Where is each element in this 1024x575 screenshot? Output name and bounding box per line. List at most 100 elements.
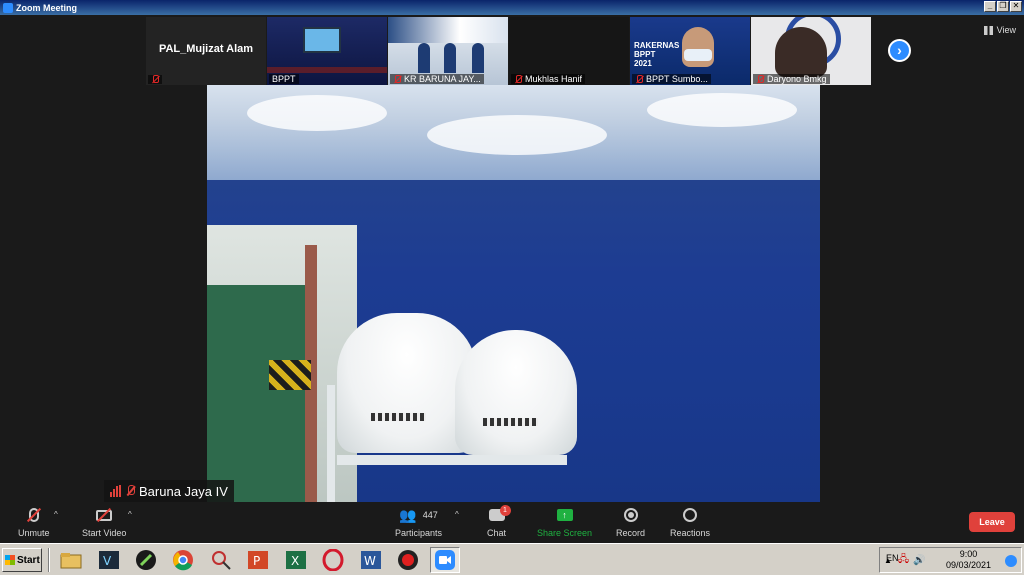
banner-graphic: [388, 17, 508, 43]
participant-tile[interactable]: PAL_Mujizat Alam: [146, 17, 266, 85]
speaker-name-label: Baruna Jaya IV: [104, 480, 234, 502]
cloud-graphic: [427, 115, 607, 155]
record-icon: [623, 508, 638, 522]
participants-options-caret[interactable]: ^: [455, 510, 459, 519]
lifeboat-graphic: [455, 330, 577, 455]
lifeboat-window-graphic: [371, 413, 426, 421]
recorder-icon[interactable]: [393, 547, 423, 573]
windows-taskbar: Start V P X W EN ▲ 🖧 🔊 9:00 09/03/2021: [0, 543, 1024, 575]
share-screen-icon: ↑: [556, 509, 573, 521]
taskbar-separator: [48, 548, 50, 572]
compass-app-icon[interactable]: [131, 547, 161, 573]
unmute-label: Unmute: [18, 528, 50, 538]
muted-mic-icon: [635, 74, 643, 84]
person-graphic: [472, 43, 484, 73]
participant-tile[interactable]: BPPT: [267, 17, 387, 85]
sky-graphic: [207, 85, 820, 180]
zoom-app-icon: [3, 2, 13, 13]
video-options-caret[interactable]: ^: [128, 510, 132, 519]
start-button[interactable]: Start: [2, 548, 42, 572]
person-graphic: [444, 43, 456, 73]
vegas-app-icon[interactable]: V: [94, 547, 124, 573]
window-title: Zoom Meeting: [16, 2, 77, 13]
powerpoint-icon[interactable]: P: [243, 547, 273, 573]
word-icon[interactable]: W: [356, 547, 386, 573]
clock[interactable]: 9:00 09/03/2021: [946, 549, 991, 571]
view-button[interactable]: View: [983, 25, 1016, 35]
search-icon[interactable]: [206, 547, 236, 573]
lifeboat-window-graphic: [483, 418, 538, 426]
record-label: Record: [616, 528, 646, 538]
active-speaker-video: [207, 85, 820, 503]
participant-tile[interactable]: Daryono Bmkg: [751, 17, 871, 85]
unmute-button[interactable]: Unmute: [18, 505, 50, 538]
chat-label: Chat: [487, 528, 507, 538]
zoom-taskbar-icon[interactable]: [430, 547, 460, 573]
network-disconnected-icon[interactable]: 🖧: [898, 552, 909, 569]
start-video-button[interactable]: Start Video: [82, 505, 126, 538]
participant-name-label: KR BARUNA JAY...: [390, 74, 484, 84]
svg-text:W: W: [364, 554, 376, 568]
next-page-arrow-icon[interactable]: ›: [888, 39, 911, 62]
participant-tile[interactable]: RAKERNAS BPPT 2021 BPPT Sumbo...: [630, 17, 750, 85]
participants-count: 447: [422, 510, 438, 520]
chat-button[interactable]: 1 Chat: [487, 505, 511, 538]
muted-mic-icon: [393, 74, 401, 84]
participants-button[interactable]: 👥 447 Participants: [395, 505, 442, 539]
meeting-toolbar: Unmute ^ Start Video ^ 👥 447 Participants…: [0, 502, 1024, 543]
minimize-button[interactable]: _: [984, 1, 996, 12]
person-graphic: [682, 27, 714, 67]
participant-tile[interactable]: Mukhlas Hanif: [509, 17, 629, 85]
participant-name-label: Mukhlas Hanif: [511, 74, 586, 84]
clock-date: 09/03/2021: [945, 560, 991, 570]
participant-name-label: BPPT Sumbo...: [632, 74, 711, 84]
view-label: View: [996, 25, 1016, 35]
participant-name-label: Daryono Bmkg: [753, 74, 830, 84]
reactions-icon: [683, 508, 698, 522]
stage-floor-graphic: [267, 67, 387, 73]
meeting-area: PAL_Mujizat Alam BPPT KR BARUNA JAY... M…: [0, 15, 1024, 503]
opera-icon[interactable]: [318, 547, 348, 573]
stage-screen-graphic: [303, 27, 341, 53]
volume-icon[interactable]: 🔊: [913, 555, 925, 566]
zoom-tray-icon[interactable]: [1005, 555, 1017, 567]
share-screen-button[interactable]: ↑ Share Screen: [537, 505, 592, 538]
participant-name-label: [148, 75, 162, 84]
chrome-icon[interactable]: [168, 547, 198, 573]
reactions-button[interactable]: Reactions: [670, 505, 710, 538]
gallery-strip: PAL_Mujizat Alam BPPT KR BARUNA JAY... M…: [146, 17, 871, 85]
file-explorer-icon[interactable]: [56, 547, 86, 573]
clock-time: 9:00: [959, 549, 978, 559]
system-tray: ▲ 🖧 🔊 9:00 09/03/2021: [879, 547, 1022, 573]
reactions-label: Reactions: [670, 528, 711, 538]
signal-strength-icon: [110, 485, 121, 497]
close-button[interactable]: ✕: [1010, 1, 1022, 12]
svg-text:V: V: [103, 554, 112, 568]
person-graphic: [418, 43, 430, 73]
muted-mic-icon: [514, 74, 522, 84]
participant-name-label: BPPT: [269, 74, 299, 84]
davit-graphic: [327, 385, 335, 503]
record-button[interactable]: Record: [616, 505, 645, 538]
audio-options-caret[interactable]: ^: [54, 510, 58, 519]
start-label: Start: [17, 554, 40, 566]
start-video-label: Start Video: [82, 528, 127, 538]
cloud-graphic: [247, 95, 387, 131]
window-controls: _ ❐ ✕: [984, 1, 1022, 12]
leave-button[interactable]: Leave: [969, 512, 1015, 532]
muted-mic-icon: [151, 75, 159, 84]
participant-name: Mukhlas Hanif: [525, 74, 583, 84]
cloud-graphic: [647, 93, 797, 127]
participant-tile[interactable]: KR BARUNA JAY...: [388, 17, 508, 85]
person-graphic: [775, 27, 827, 77]
tray-expand-icon[interactable]: ▲: [884, 556, 892, 565]
davit-graphic: [337, 455, 567, 465]
mask-graphic: [684, 49, 712, 61]
speaker-name: Baruna Jaya IV: [139, 483, 228, 499]
share-screen-label: Share Screen: [537, 528, 593, 538]
muted-mic-icon: [125, 485, 135, 497]
window-title-bar: Zoom Meeting _ ❐ ✕: [0, 0, 1024, 15]
restore-button[interactable]: ❐: [997, 1, 1009, 12]
rakernas-poster-text: RAKERNAS BPPT 2021: [634, 41, 680, 68]
excel-icon[interactable]: X: [281, 547, 311, 573]
